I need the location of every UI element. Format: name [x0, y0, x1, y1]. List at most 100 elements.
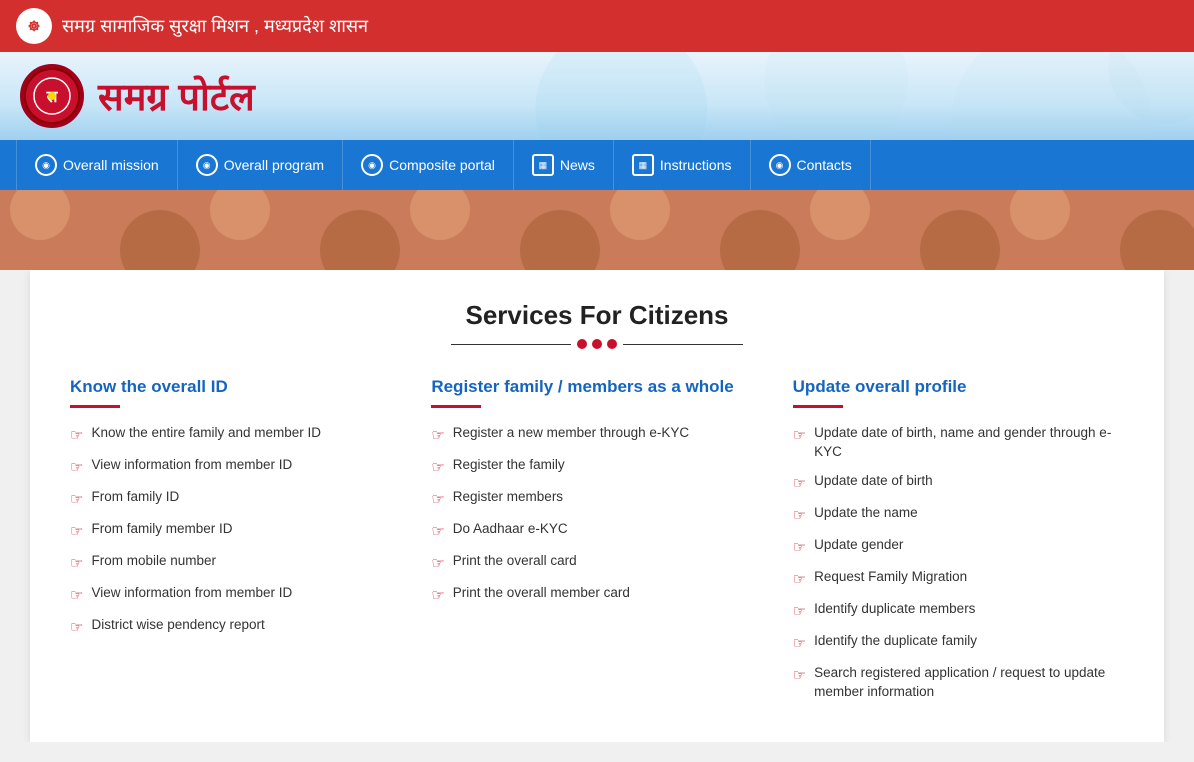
service-col-title-1: Know the overall ID — [70, 377, 401, 397]
service-col-underline-2 — [431, 405, 481, 408]
list-item[interactable]: ☞ Update date of birth — [793, 472, 1124, 494]
logo-area: स समग्र पोर्टल — [0, 52, 1194, 140]
service-item-text: Register a new member through e-KYC — [453, 424, 689, 443]
service-item-text: Print the overall card — [453, 552, 577, 571]
nav-item-overall-mission[interactable]: ◉ Overall mission — [16, 140, 178, 190]
nav-item-composite-portal[interactable]: ◉ Composite portal — [343, 140, 514, 190]
nav-label-news: News — [560, 157, 595, 173]
service-col-underline-3 — [793, 405, 843, 408]
nav-label-overall-mission: Overall mission — [63, 157, 159, 173]
nav-item-instructions[interactable]: ▦ Instructions — [614, 140, 751, 190]
service-item-text: Update date of birth — [814, 472, 933, 491]
list-item[interactable]: ☞ Do Aadhaar e-KYC — [431, 520, 762, 542]
hero-image — [0, 190, 1194, 270]
service-item-text: Search registered application / request … — [814, 664, 1124, 702]
services-grid: Know the overall ID ☞ Know the entire fa… — [70, 377, 1124, 712]
list-item[interactable]: ☞ Update date of birth, name and gender … — [793, 424, 1124, 462]
list-icon: ☞ — [793, 601, 806, 622]
list-icon: ☞ — [70, 521, 83, 542]
list-item[interactable]: ☞ Update the name — [793, 504, 1124, 526]
list-icon: ☞ — [793, 425, 806, 446]
divider-line-left — [451, 344, 571, 345]
list-item[interactable]: ☞ Update gender — [793, 536, 1124, 558]
top-header-emblem: ☸ — [16, 8, 52, 44]
title-divider — [70, 339, 1124, 349]
nav-label-instructions: Instructions — [660, 157, 732, 173]
list-icon: ☞ — [70, 425, 83, 446]
list-icon: ☞ — [70, 585, 83, 606]
list-item[interactable]: ☞ From family member ID — [70, 520, 401, 542]
list-item[interactable]: ☞ Search registered application / reques… — [793, 664, 1124, 702]
service-item-text: Update the name — [814, 504, 918, 523]
service-item-text: Register the family — [453, 456, 565, 475]
list-item[interactable]: ☞ Identify duplicate members — [793, 600, 1124, 622]
nav-icon-instructions: ▦ — [632, 154, 654, 176]
service-item-text: Know the entire family and member ID — [91, 424, 321, 443]
list-item[interactable]: ☞ From mobile number — [70, 552, 401, 574]
main-content: Services For Citizens Know the overall I… — [30, 270, 1164, 742]
list-item[interactable]: ☞ Register members — [431, 488, 762, 510]
service-col-title-3: Update overall profile — [793, 377, 1124, 397]
service-item-text: View information from member ID — [91, 584, 292, 603]
service-item-text: Print the overall member card — [453, 584, 630, 603]
divider-dot-2 — [592, 339, 602, 349]
service-item-text: From mobile number — [91, 552, 216, 571]
list-item[interactable]: ☞ Register a new member through e-KYC — [431, 424, 762, 446]
list-icon: ☞ — [431, 521, 444, 542]
service-col-title-2: Register family / members as a whole — [431, 377, 762, 397]
service-column-1: Know the overall ID ☞ Know the entire fa… — [70, 377, 401, 712]
list-icon: ☞ — [793, 633, 806, 654]
list-icon: ☞ — [793, 473, 806, 494]
navbar: ◉ Overall mission ◉ Overall program ◉ Co… — [0, 140, 1194, 190]
divider-line-right — [623, 344, 743, 345]
list-item[interactable]: ☞ View information from member ID — [70, 584, 401, 606]
nav-icon-contacts: ◉ — [769, 154, 791, 176]
logo-text: समग्र पोर्टल — [98, 70, 255, 122]
divider-dot-1 — [577, 339, 587, 349]
list-item[interactable]: ☞ District wise pendency report — [70, 616, 401, 638]
service-column-2: Register family / members as a whole ☞ R… — [431, 377, 762, 712]
top-header-title: समग्र सामाजिक सुरक्षा मिशन , मध्यप्रदेश … — [62, 14, 368, 38]
list-item[interactable]: ☞ Print the overall card — [431, 552, 762, 574]
service-item-text: From family ID — [91, 488, 179, 507]
list-icon: ☞ — [431, 457, 444, 478]
list-item[interactable]: ☞ Identify the duplicate family — [793, 632, 1124, 654]
nav-item-contacts[interactable]: ◉ Contacts — [751, 140, 871, 190]
nav-label-contacts: Contacts — [797, 157, 852, 173]
section-title: Services For Citizens — [70, 300, 1124, 331]
nav-icon-overall-mission: ◉ — [35, 154, 57, 176]
list-icon: ☞ — [793, 569, 806, 590]
divider-dots — [577, 339, 617, 349]
list-icon: ☞ — [431, 489, 444, 510]
service-column-3: Update overall profile ☞ Update date of … — [793, 377, 1124, 712]
list-item[interactable]: ☞ Print the overall member card — [431, 584, 762, 606]
service-item-text: From family member ID — [91, 520, 232, 539]
list-icon: ☞ — [793, 665, 806, 686]
list-icon: ☞ — [70, 489, 83, 510]
service-item-text: View information from member ID — [91, 456, 292, 475]
list-item[interactable]: ☞ From family ID — [70, 488, 401, 510]
service-item-text: Update date of birth, name and gender th… — [814, 424, 1124, 462]
nav-label-overall-program: Overall program — [224, 157, 324, 173]
nav-item-news[interactable]: ▦ News — [514, 140, 614, 190]
service-item-text: Request Family Migration — [814, 568, 967, 587]
top-header: ☸ समग्र सामाजिक सुरक्षा मिशन , मध्यप्रदे… — [0, 0, 1194, 52]
service-col-underline-1 — [70, 405, 120, 408]
list-item[interactable]: ☞ Request Family Migration — [793, 568, 1124, 590]
bottom-area — [0, 742, 1194, 762]
list-item[interactable]: ☞ View information from member ID — [70, 456, 401, 478]
list-item[interactable]: ☞ Register the family — [431, 456, 762, 478]
logo-bg-decoration — [478, 52, 1194, 140]
list-icon: ☞ — [70, 553, 83, 574]
nav-item-overall-program[interactable]: ◉ Overall program — [178, 140, 343, 190]
list-icon: ☞ — [431, 585, 444, 606]
nav-label-composite-portal: Composite portal — [389, 157, 495, 173]
service-item-text: Do Aadhaar e-KYC — [453, 520, 568, 539]
divider-dot-3 — [607, 339, 617, 349]
list-icon: ☞ — [793, 537, 806, 558]
service-item-text: Register members — [453, 488, 563, 507]
nav-icon-overall-program: ◉ — [196, 154, 218, 176]
list-icon: ☞ — [431, 425, 444, 446]
list-item[interactable]: ☞ Know the entire family and member ID — [70, 424, 401, 446]
list-icon: ☞ — [431, 553, 444, 574]
